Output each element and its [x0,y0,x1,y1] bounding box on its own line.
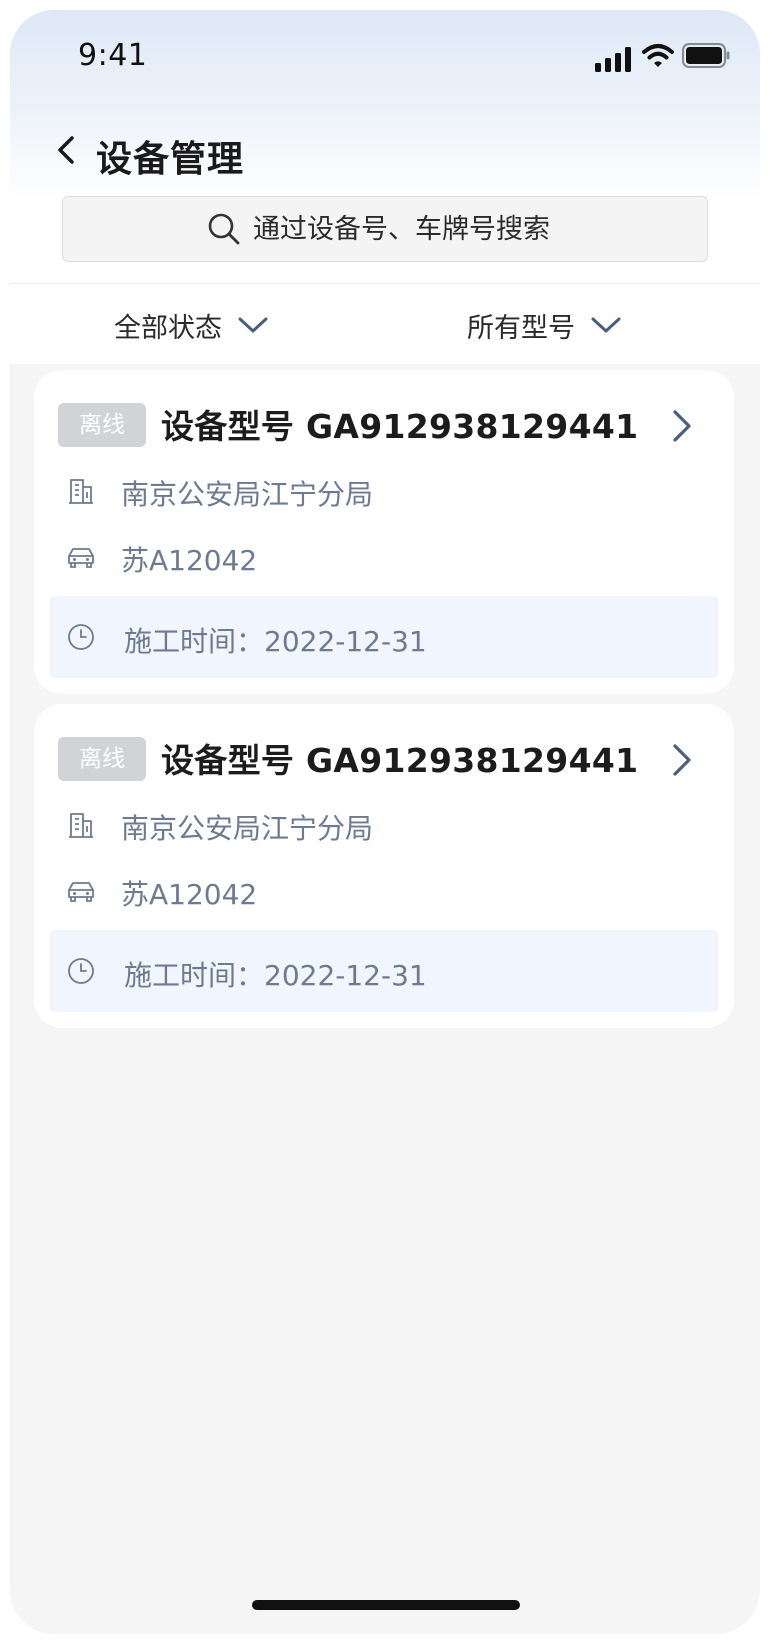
status-badge: 离线 [58,403,146,447]
phone-screen: 9:41 设备管理 通过设备号、车牌号搜索 全部状态 所有型号 离线 设备型号 … [10,10,760,1634]
organization-text: 南京公安局江宁分局 [121,812,374,845]
status-filter-label: 全部状态 [114,312,222,344]
construction-time-text: 施工时间：2022-12-31 [124,959,427,992]
status-badge: 离线 [58,737,146,781]
search-icon [208,213,240,245]
battery-icon [682,43,730,68]
status-time: 9:41 [78,38,148,73]
car-icon [68,548,94,568]
divider [10,283,760,284]
chevron-right-icon[interactable] [670,742,694,778]
header-area: 9:41 设备管理 通过设备号、车牌号搜索 全部状态 所有型号 [10,10,760,364]
chevron-left-icon[interactable] [50,130,86,170]
device-card[interactable]: 离线 设备型号 GA912938129441 南京公安局江宁分局 苏A12042… [34,704,734,1028]
plate-number-text: 苏A12042 [121,544,258,577]
device-model-title: 设备型号 GA912938129441 [161,407,639,446]
organization-text: 南京公安局江宁分局 [121,478,374,511]
device-card[interactable]: 离线 设备型号 GA912938129441 南京公安局江宁分局 苏A12042… [34,370,734,694]
building-icon [69,813,93,838]
chevron-down-icon [238,317,268,333]
car-icon [68,882,94,902]
clock-icon [68,624,94,650]
search-bar[interactable] [62,196,708,262]
model-filter-dropdown[interactable]: 所有型号 [467,294,621,356]
wifi-icon [642,44,674,67]
model-filter-label: 所有型号 [467,312,575,344]
construction-time-box: 施工时间：2022-12-31 [50,930,718,1012]
home-indicator[interactable] [252,1600,520,1610]
cellular-signal-icon [595,47,633,72]
construction-time-box: 施工时间：2022-12-31 [50,596,718,678]
search-input[interactable] [253,213,563,245]
device-model-title: 设备型号 GA912938129441 [161,741,639,780]
chevron-down-icon [591,317,621,333]
status-filter-dropdown[interactable]: 全部状态 [114,294,268,356]
building-icon [69,479,93,504]
plate-number-text: 苏A12042 [121,878,258,911]
clock-icon [68,958,94,984]
construction-time-text: 施工时间：2022-12-31 [124,625,427,658]
page-title: 设备管理 [96,139,245,180]
chevron-right-icon[interactable] [670,408,694,444]
